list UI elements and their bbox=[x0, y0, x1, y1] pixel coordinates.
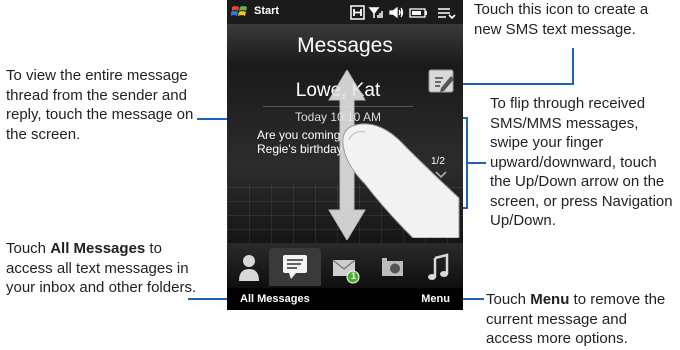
callout-flip-messages: To flip through received SMS/MMS message… bbox=[490, 95, 673, 229]
signal-icon bbox=[368, 7, 383, 18]
finger-gesture-icon bbox=[342, 123, 460, 238]
status-icons bbox=[350, 5, 456, 20]
leader-flip-h bbox=[466, 162, 486, 164]
callout-all-messages-bold: All Messages bbox=[50, 240, 146, 257]
message-stage[interactable]: Lowe, Kat Today 10:10 AM Are you coming … bbox=[227, 66, 463, 244]
softkey-bar: All Messages Menu bbox=[227, 288, 463, 310]
email-icon bbox=[332, 259, 360, 284]
tab-camera[interactable] bbox=[370, 248, 414, 286]
messages-icon bbox=[283, 255, 307, 279]
leader-new-sms-h bbox=[456, 83, 574, 85]
callout-menu-pre: Touch bbox=[486, 291, 531, 308]
speaker-icon bbox=[389, 6, 404, 19]
callout-all-messages: Touch All Messages to access all text me… bbox=[6, 239, 206, 298]
callout-all-messages-pre: Touch bbox=[6, 240, 51, 257]
tab-email[interactable]: 1 bbox=[323, 248, 367, 286]
new-sms-icon[interactable] bbox=[427, 68, 457, 98]
callout-new-sms: Touch this icon to create a new SMS text… bbox=[474, 1, 649, 38]
tab-bar: 1 bbox=[227, 244, 463, 288]
list-menu-icon bbox=[438, 8, 456, 20]
title-band: Messages bbox=[227, 24, 463, 66]
windows-start-icon[interactable] bbox=[231, 4, 249, 20]
music-icon bbox=[428, 253, 449, 280]
page-title: Messages bbox=[297, 34, 393, 57]
tab-messages[interactable] bbox=[269, 248, 321, 286]
phone-screen: Start Messages Lowe, Kat Today 10:10 AM … bbox=[227, 0, 463, 310]
start-label[interactable]: Start bbox=[254, 5, 279, 17]
tab-music[interactable] bbox=[417, 248, 461, 286]
status-bar: Start bbox=[227, 0, 463, 24]
contacts-icon bbox=[239, 255, 259, 281]
h-letter-glyph bbox=[353, 9, 362, 16]
camera-icon bbox=[382, 258, 403, 276]
menu-button[interactable]: Menu bbox=[421, 293, 450, 305]
tab-contacts[interactable] bbox=[227, 248, 271, 286]
all-messages-button[interactable]: All Messages bbox=[240, 293, 310, 305]
leader-new-sms-v bbox=[572, 48, 574, 84]
callout-menu-bold: Menu bbox=[530, 291, 570, 308]
callout-view-thread: To view the entire message thread from t… bbox=[6, 67, 194, 143]
email-badge-count: 1 bbox=[350, 271, 356, 281]
callout-menu: Touch Menu to remove the current message… bbox=[486, 290, 676, 349]
